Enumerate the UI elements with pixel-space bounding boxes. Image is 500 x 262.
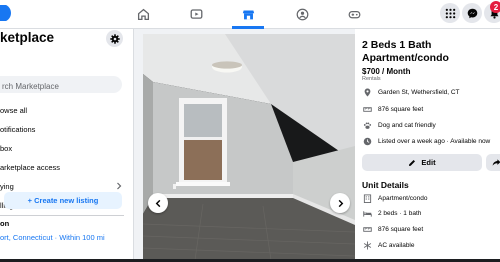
sidebar-item-label: arketplace access (0, 162, 61, 172)
create-new-listing-button[interactable]: + Create new listing (4, 192, 122, 209)
menu-button[interactable] (440, 3, 460, 23)
nav-tab-watch[interactable] (184, 3, 208, 25)
unit-detail-rooms-row: 2 beds · 1 bath (362, 207, 421, 219)
unit-detail-area: 876 square feet (378, 225, 424, 233)
listing-title: 2 Beds 1 Bath Apartment/condo (362, 39, 449, 64)
marketplace-icon (242, 9, 254, 19)
listing-pets-row: Dog and cat friendly (362, 119, 436, 131)
home-icon (137, 8, 149, 20)
sidebar-item-marketplace-access[interactable]: arketplace access (0, 158, 133, 176)
nav-tab-home[interactable] (131, 3, 155, 25)
chevron-right-icon (117, 182, 122, 190)
location-heading: on (0, 219, 10, 228)
active-tab-indicator (232, 26, 264, 29)
sidebar-item-label: ying (0, 181, 14, 191)
listing-photo (143, 34, 355, 260)
clock-icon (363, 137, 371, 145)
listing-pets: Dog and cat friendly (378, 121, 436, 129)
share-arrow-icon (492, 159, 500, 166)
sidebar-item-browse-all[interactable]: owse all (0, 101, 133, 119)
building-icon (363, 193, 371, 203)
grid-menu-icon (445, 8, 455, 18)
location-pin-icon (364, 87, 370, 97)
top-navigation-bar: 2 (0, 0, 500, 29)
marketplace-sidebar: ketplace owse all otifications box arket… (0, 29, 134, 262)
bed-icon (362, 210, 372, 217)
facebook-logo-icon[interactable] (0, 5, 14, 21)
edit-listing-button[interactable]: Edit (362, 154, 482, 171)
groups-icon (296, 8, 308, 20)
messenger-icon (467, 8, 477, 18)
edit-label: Edit (421, 158, 436, 167)
listing-date-row: Listed over a week ago · Available now (362, 135, 490, 147)
marketplace-search[interactable] (0, 76, 122, 95)
sidebar-title: ketplace (0, 30, 55, 45)
gear-icon (109, 33, 120, 44)
ruler-icon (362, 226, 372, 232)
listing-details-panel: 2 Beds 1 Bath Apartment/condo $700 / Mon… (355, 29, 500, 262)
chevron-right-icon (338, 199, 343, 207)
paw-icon (363, 121, 371, 129)
unit-detail-ac-row: AC available (362, 239, 415, 251)
messenger-button[interactable] (462, 3, 482, 23)
sidebar-item-label: owse all (0, 105, 28, 115)
nav-tab-groups[interactable] (290, 3, 314, 25)
search-input[interactable] (0, 78, 122, 95)
pencil-icon (409, 159, 416, 166)
unit-detail-area-row: 876 square feet (362, 223, 423, 235)
previous-photo-button[interactable] (148, 193, 168, 213)
sidebar-item-inbox[interactable]: box (0, 139, 133, 157)
marketplace-app: 2 ketplace owse all otifications box (0, 0, 500, 262)
sidebar-item-notifications[interactable]: otifications (0, 120, 133, 138)
sidebar-item-label: otifications (0, 124, 36, 134)
unit-detail-ac: AC available (378, 241, 415, 249)
unit-details-heading: Unit Details (362, 180, 409, 190)
listing-address-row: Garden St, Wethersfield, CT (362, 86, 460, 98)
unit-detail-rooms: 2 beds · 1 bath (378, 209, 422, 217)
listing-category: Rentals (362, 76, 381, 82)
listing-price: $700 / Month (362, 67, 411, 76)
listing-address: Garden St, Wethersfield, CT (378, 88, 460, 96)
sidebar-item-label: box (0, 143, 13, 153)
nav-tab-marketplace[interactable] (236, 3, 260, 25)
gaming-icon (348, 10, 360, 18)
ruler-icon (362, 106, 372, 112)
unit-detail-type-row: Apartment/condo (362, 192, 428, 204)
listing-area: 876 square feet (378, 105, 424, 113)
share-listing-button[interactable] (486, 154, 500, 171)
location-filter-link[interactable]: ort, Connecticut · Within 100 mi (0, 233, 105, 242)
listing-date: Listed over a week ago · Available now (378, 137, 491, 145)
nav-tab-gaming[interactable] (342, 3, 366, 25)
notification-badge: 2 (490, 1, 500, 13)
unit-detail-type: Apartment/condo (378, 194, 428, 202)
next-photo-button[interactable] (330, 193, 350, 213)
listing-area-row: 876 square feet (362, 103, 423, 115)
listing-photo-viewer (143, 34, 355, 260)
chevron-left-icon (155, 199, 160, 207)
sidebar-divider (0, 215, 124, 216)
settings-button[interactable] (106, 30, 123, 47)
snowflake-icon (363, 241, 371, 249)
video-icon (190, 8, 202, 19)
